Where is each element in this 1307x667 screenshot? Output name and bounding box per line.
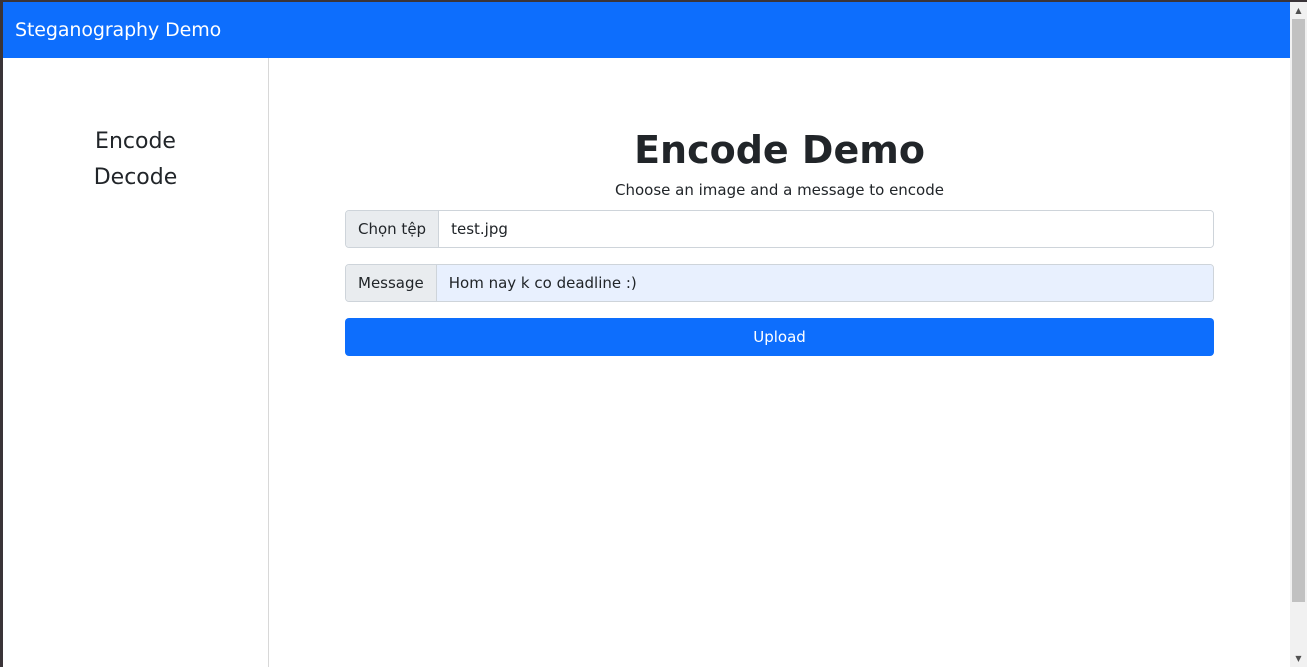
file-input-group[interactable]: Chọn tệp test.jpg bbox=[345, 210, 1214, 248]
file-name-display[interactable]: test.jpg bbox=[439, 211, 1213, 247]
scroll-up-icon[interactable]: ▲ bbox=[1290, 2, 1307, 19]
sidebar-item-decode[interactable]: Decode bbox=[94, 160, 178, 196]
message-input-group: Message bbox=[345, 264, 1214, 302]
main-content: Encode Demo Choose an image and a messag… bbox=[345, 58, 1214, 356]
page-title: Encode Demo bbox=[634, 128, 925, 172]
sidebar-nav: Encode Decode bbox=[3, 124, 268, 196]
message-label: Message bbox=[346, 265, 437, 301]
message-input[interactable] bbox=[436, 265, 1213, 301]
scroll-down-icon[interactable]: ▼ bbox=[1290, 650, 1307, 667]
page-subtitle: Choose an image and a message to encode bbox=[615, 181, 944, 199]
sidebar: Encode Decode bbox=[3, 58, 269, 667]
scrollbar-thumb[interactable] bbox=[1292, 19, 1305, 602]
navbar: Steganography Demo bbox=[3, 2, 1290, 58]
choose-file-button[interactable]: Chọn tệp bbox=[346, 211, 440, 247]
browser-viewport: Steganography Demo Encode Decode Encode … bbox=[3, 2, 1307, 667]
navbar-brand[interactable]: Steganography Demo bbox=[15, 19, 221, 41]
upload-button[interactable]: Upload bbox=[345, 318, 1214, 356]
vertical-scrollbar[interactable]: ▲ ▼ bbox=[1290, 2, 1307, 667]
sidebar-item-encode[interactable]: Encode bbox=[95, 124, 176, 160]
